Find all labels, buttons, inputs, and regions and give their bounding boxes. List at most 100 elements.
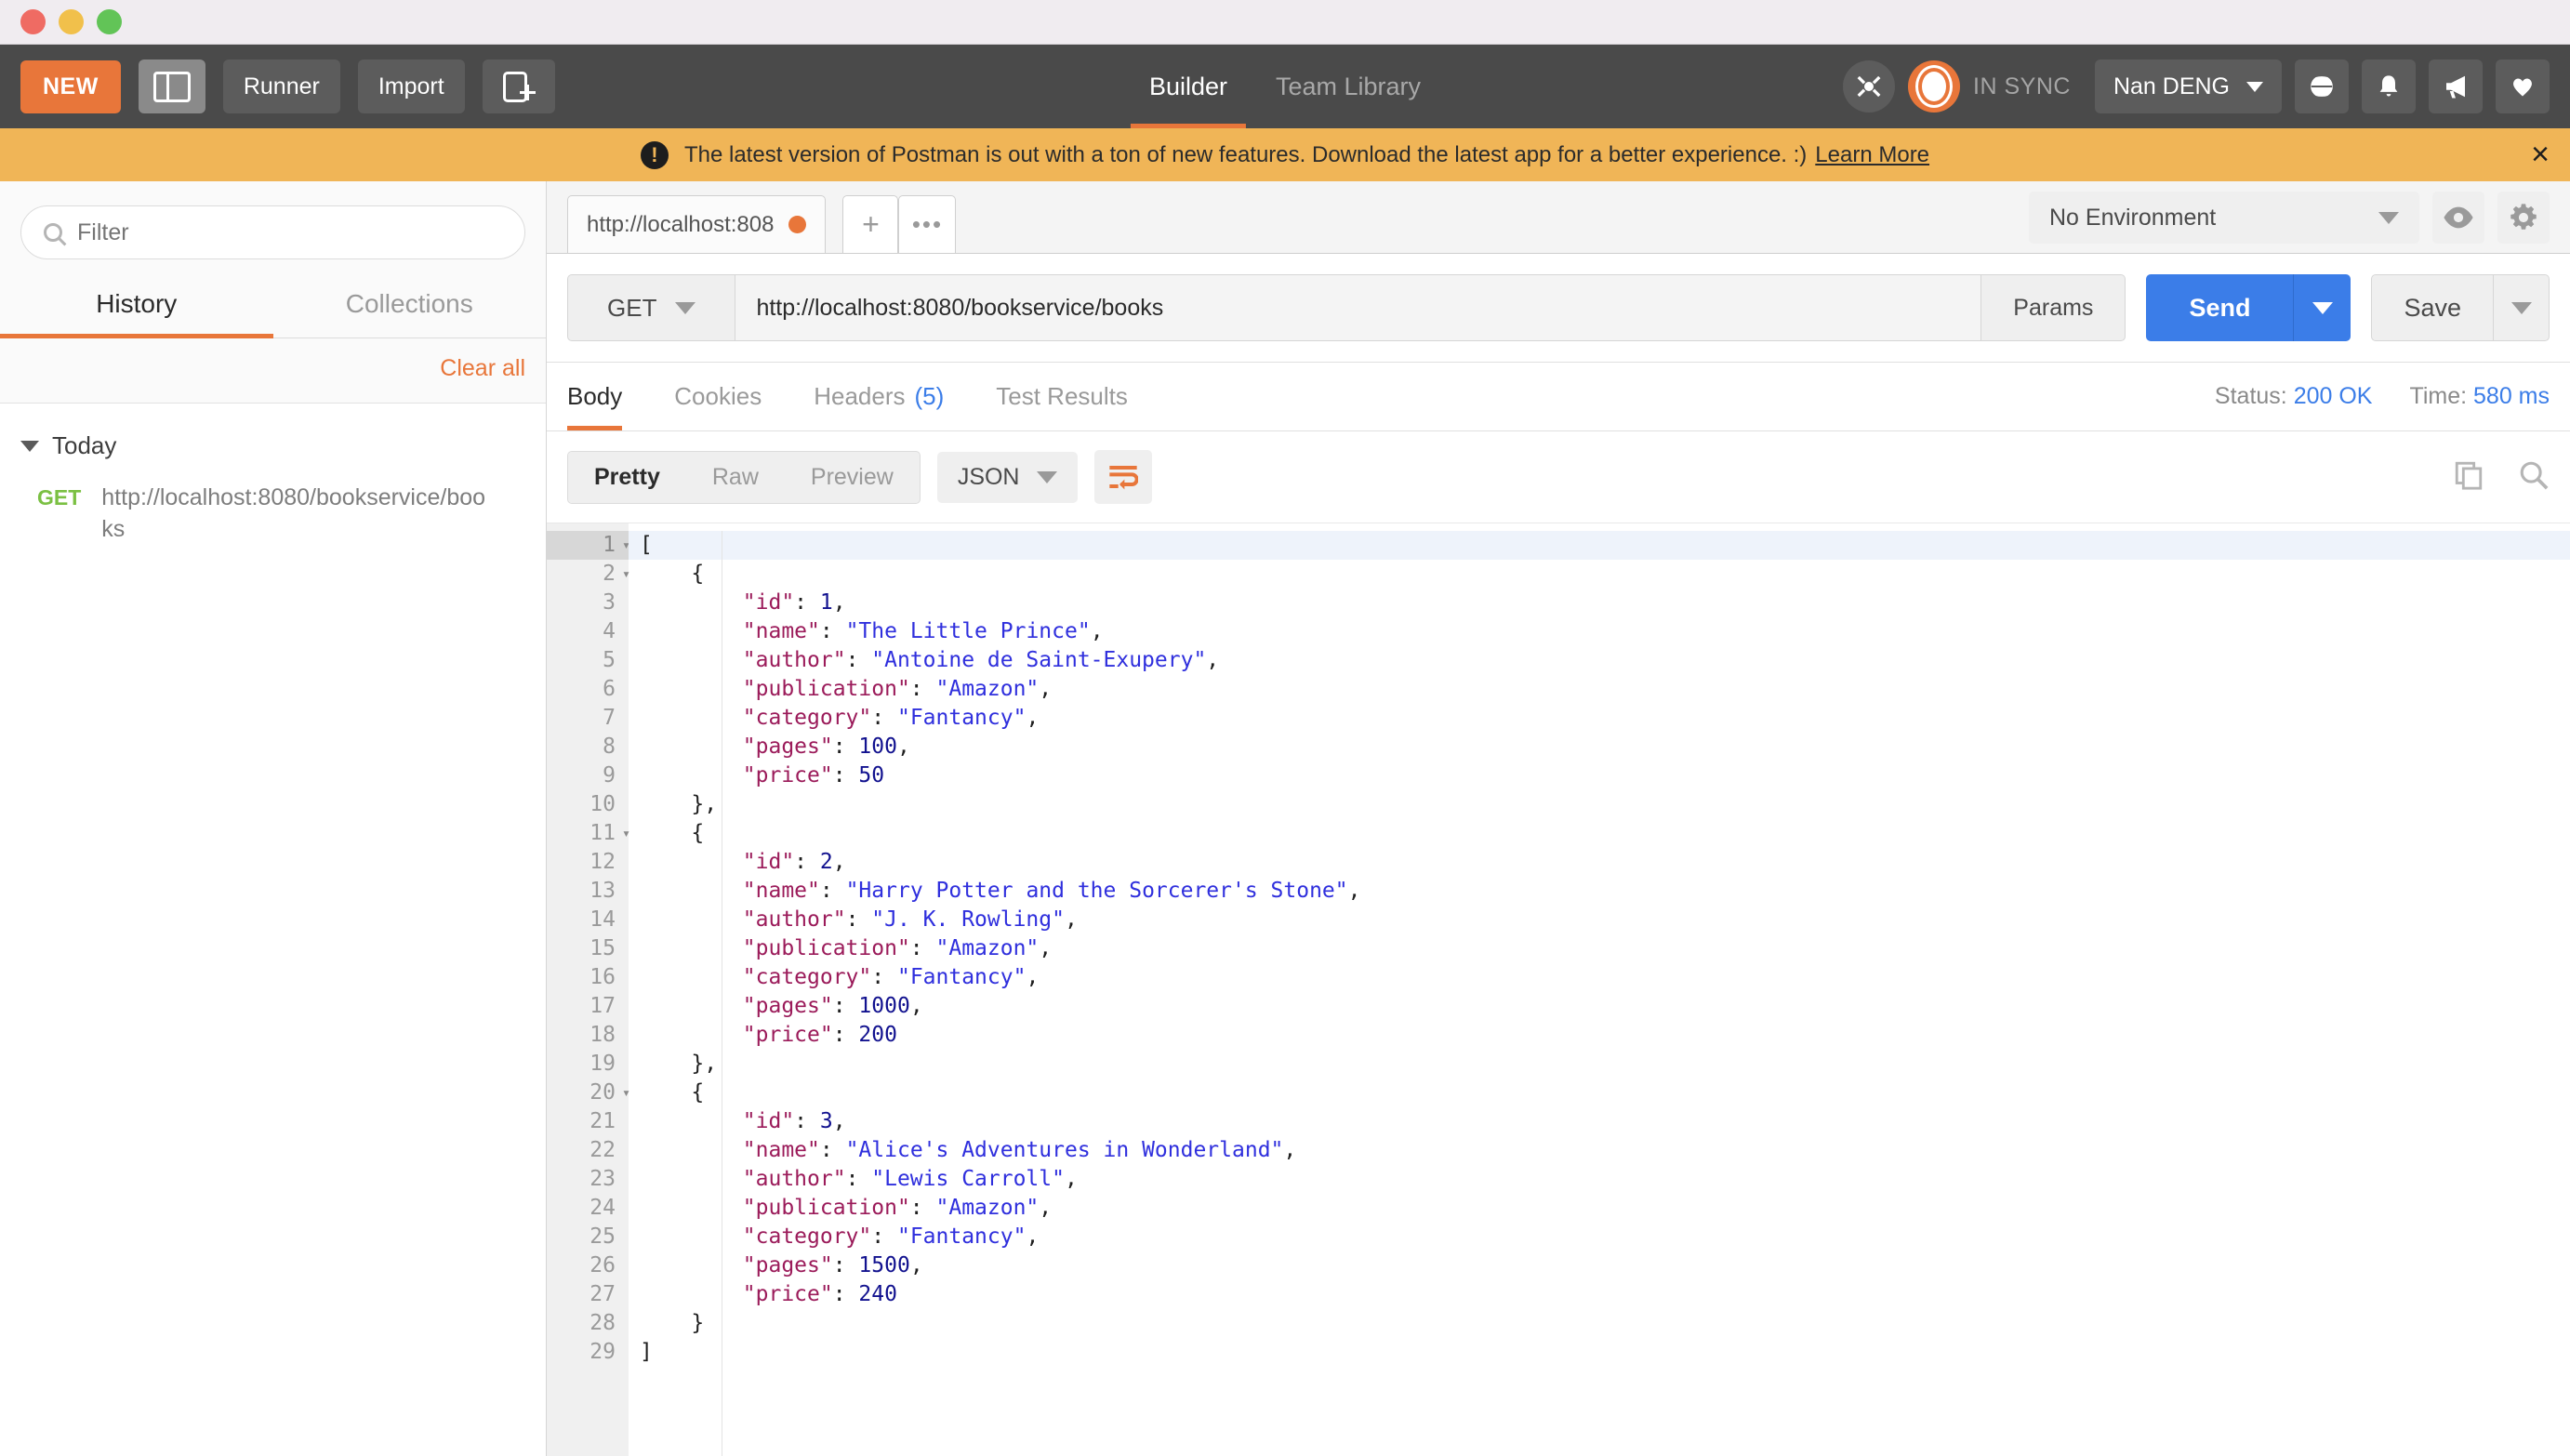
sidebar-tab-collections[interactable]: Collections [273, 276, 547, 338]
megaphone-button[interactable] [2429, 60, 2483, 113]
interceptor-button[interactable] [1843, 60, 1896, 113]
history-item[interactable]: GET http://localhost:8080/bookservice/bo… [0, 471, 546, 557]
new-button[interactable]: NEW [20, 60, 121, 113]
response-actions [2453, 459, 2550, 496]
code-token: "Antoine de Saint-Exupery" [871, 648, 1207, 672]
save-dropdown-button[interactable] [2494, 274, 2550, 341]
filter-section [0, 181, 546, 276]
new-tab-button[interactable] [482, 60, 555, 113]
globe-button[interactable] [2295, 60, 2349, 113]
params-button[interactable]: Params [1981, 274, 2126, 341]
request-tab-strip: http://localhost:808 + ••• No Environmen… [547, 181, 2570, 254]
line-number: 17 [590, 994, 616, 1018]
request-url-row: GET http://localhost:8080/bookservice/bo… [547, 254, 2570, 363]
tab-team-library[interactable]: Team Library [1252, 45, 1445, 128]
http-method-selector[interactable]: GET [567, 274, 735, 341]
banner-message: The latest version of Postman is out wit… [683, 141, 1808, 167]
code-token: "Harry Potter and the Sorcerer's Stone" [845, 879, 1348, 903]
line-number: 26 [590, 1253, 616, 1277]
code-token: "category" [742, 1224, 872, 1249]
response-tab-label: Test Results [996, 382, 1128, 410]
window-minimize-button[interactable] [59, 9, 84, 34]
code-token: "id" [742, 850, 795, 874]
line-number: 23 [590, 1167, 616, 1191]
sidebar-tab-history[interactable]: History [0, 276, 273, 338]
search-response-button[interactable] [2518, 459, 2550, 496]
environment-quick-look-button[interactable] [2432, 192, 2484, 244]
line-number: 14 [590, 907, 616, 932]
window-maximize-button[interactable] [97, 9, 122, 34]
code-line: "id": 1, [629, 589, 2570, 617]
code-line: "price": 240 [629, 1280, 2570, 1309]
response-tab-cookies[interactable]: Cookies [674, 363, 762, 430]
code-token: : [909, 677, 936, 701]
request-tab[interactable]: http://localhost:808 [567, 195, 827, 253]
line-number: 21 [590, 1109, 616, 1133]
response-body-code[interactable]: [ { "id": 1, "name": "The Little Prince"… [629, 523, 2570, 1456]
code-line: "price": 50 [629, 761, 2570, 790]
response-tab-body[interactable]: Body [567, 363, 623, 430]
window-titlebar [0, 0, 2570, 45]
save-button[interactable]: Save [2371, 274, 2494, 341]
banner-learn-more-link[interactable]: Learn More [1815, 142, 1929, 168]
filter-box[interactable] [20, 205, 525, 259]
send-dropdown-button[interactable] [2293, 274, 2351, 341]
environment-settings-button[interactable] [2497, 192, 2550, 244]
word-wrap-button[interactable] [1093, 450, 1152, 504]
megaphone-icon [2446, 75, 2465, 99]
gear-icon [2510, 204, 2537, 230]
environment-selector[interactable]: No Environment [2029, 192, 2419, 244]
add-request-tab-button[interactable]: + [842, 195, 899, 253]
code-token: : [832, 1023, 859, 1047]
banner-close-icon[interactable]: × [2531, 137, 2550, 173]
response-tab-headers[interactable]: Headers (5) [814, 363, 944, 430]
code-line: }, [629, 790, 2570, 819]
code-line: { [629, 1079, 2570, 1107]
code-token: , [1039, 677, 1053, 701]
code-token: "name" [742, 619, 820, 643]
code-token: "price" [742, 1282, 833, 1306]
filter-input[interactable] [77, 218, 502, 246]
code-token: : [832, 994, 859, 1018]
line-number: 8 [603, 735, 616, 759]
code-line: [ [629, 531, 2570, 560]
copy-button[interactable] [2453, 459, 2484, 496]
response-body-viewer[interactable]: 1234567891011121314151617181920212223242… [547, 523, 2570, 1456]
view-mode-raw[interactable]: Raw [686, 452, 785, 503]
notifications-button[interactable] [2362, 60, 2416, 113]
eye-icon [2444, 206, 2473, 229]
code-token: "id" [742, 590, 795, 615]
code-token: "Lewis Carroll" [871, 1167, 1065, 1191]
code-token: , [1206, 648, 1220, 672]
response-format-selector[interactable]: JSON [936, 451, 1078, 503]
code-token: "publication" [742, 677, 910, 701]
line-number: 25 [590, 1224, 616, 1249]
code-token: "price" [742, 1023, 833, 1047]
code-line: { [629, 819, 2570, 848]
request-tab-more-button[interactable]: ••• [898, 195, 957, 253]
code-line: }, [629, 1050, 2570, 1079]
import-button[interactable]: Import [357, 60, 465, 113]
view-mode-pretty[interactable]: Pretty [568, 451, 686, 503]
clear-all-button[interactable]: Clear all [440, 355, 525, 382]
sidebar-toggle-button[interactable] [138, 60, 205, 113]
request-url-input[interactable]: http://localhost:8080/bookservice/books [735, 274, 1982, 341]
code-token: "author" [742, 907, 846, 932]
tab-builder[interactable]: Builder [1125, 45, 1252, 128]
history-group-header[interactable]: Today [0, 420, 546, 471]
user-menu-button[interactable]: Nan DENG [2094, 60, 2282, 113]
view-mode-preview[interactable]: Preview [785, 452, 920, 503]
window-close-button[interactable] [20, 9, 46, 34]
code-token: , [1064, 1167, 1078, 1191]
code-token: "The Little Prince" [845, 619, 1091, 643]
response-tab-test-results[interactable]: Test Results [996, 363, 1128, 430]
sync-indicator[interactable] [1908, 60, 1961, 113]
code-token: : [832, 735, 859, 759]
line-number: 20 [547, 1079, 630, 1107]
bell-icon [2379, 75, 2398, 97]
code-line: "pages": 1500, [629, 1251, 2570, 1280]
code-token: "id" [742, 1109, 795, 1133]
send-button[interactable]: Send [2146, 274, 2294, 341]
runner-button[interactable]: Runner [222, 60, 340, 113]
favorites-button[interactable] [2496, 60, 2550, 113]
